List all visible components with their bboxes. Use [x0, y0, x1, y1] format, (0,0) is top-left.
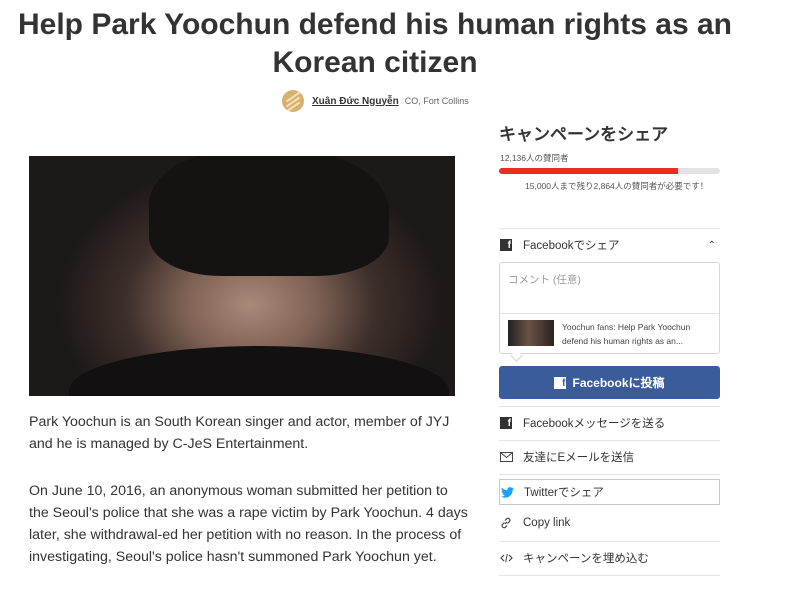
facebook-share-label: Facebookでシェア — [523, 240, 620, 252]
facebook-post-label: Facebookに投稿 — [572, 376, 665, 390]
signature-progress-bar — [499, 168, 720, 174]
body-paragraph-1: Park Yoochun is an South Korean singer a… — [29, 414, 450, 452]
facebook-icon: f — [499, 416, 513, 430]
divider — [499, 406, 720, 407]
facebook-compose-box: コメント (任意) Yoochun fans: Help Park Yoochu… — [499, 262, 720, 362]
divider — [499, 228, 720, 229]
author-avatar[interactable] — [282, 90, 304, 112]
facebook-icon: f — [499, 238, 513, 252]
share-option-label: 友達にEメールを送信 — [523, 452, 635, 464]
share-option-label: キャンペーンを埋め込む — [523, 553, 649, 565]
share-option-facebook-message[interactable]: f Facebookメッセージを送る — [499, 410, 720, 436]
progress-fill — [499, 168, 678, 174]
supporter-count: 12,136人の賛同者 — [500, 153, 569, 163]
code-icon — [499, 551, 513, 565]
body-paragraph-2: On June 10, 2016, an anonymous woman sub… — [29, 483, 468, 565]
twitter-icon — [500, 485, 514, 499]
divider — [499, 440, 720, 441]
comment-input[interactable]: コメント (任意) — [508, 272, 581, 287]
divider — [499, 575, 720, 576]
facebook-post-button[interactable]: f Facebookに投稿 — [499, 366, 720, 399]
share-option-label: Facebookメッセージを送る — [523, 418, 666, 430]
share-option-label: Copy link — [523, 517, 571, 529]
share-option-embed[interactable]: キャンペーンを埋め込む — [499, 545, 720, 571]
signatures-needed: 15,000人まで残り2,864人の賛同者が必要です！ — [525, 181, 709, 191]
author-info: Xuân Đức Nguyễn CO, Fort Collins — [282, 89, 469, 113]
divider — [499, 541, 720, 542]
author-name-link[interactable]: Xuân Đức Nguyễn — [312, 96, 399, 107]
share-option-email[interactable]: 友達にEメールを送信 — [499, 444, 720, 470]
preview-text: Yoochun fans: Help Park Yoochun defend h… — [562, 322, 691, 346]
chevron-up-icon[interactable]: ⌃ — [708, 240, 716, 251]
divider — [499, 474, 720, 475]
petition-photo — [29, 156, 455, 396]
author-location: CO, Fort Collins — [404, 96, 469, 106]
facebook-icon: f — [554, 376, 567, 389]
share-heading: キャンペーンをシェア — [499, 125, 669, 144]
petition-title: Help Park Yoochun defend his human right… — [17, 8, 733, 79]
facebook-share-toggle[interactable]: f Facebookでシェア ⌃ — [499, 232, 720, 258]
preview-thumbnail — [508, 320, 554, 346]
share-option-label: Twitterでシェア — [524, 487, 604, 499]
mail-icon — [499, 450, 513, 464]
share-option-twitter[interactable]: Twitterでシェア — [499, 479, 720, 505]
link-icon — [499, 516, 513, 530]
share-option-copy-link[interactable]: Copy link — [499, 510, 720, 536]
